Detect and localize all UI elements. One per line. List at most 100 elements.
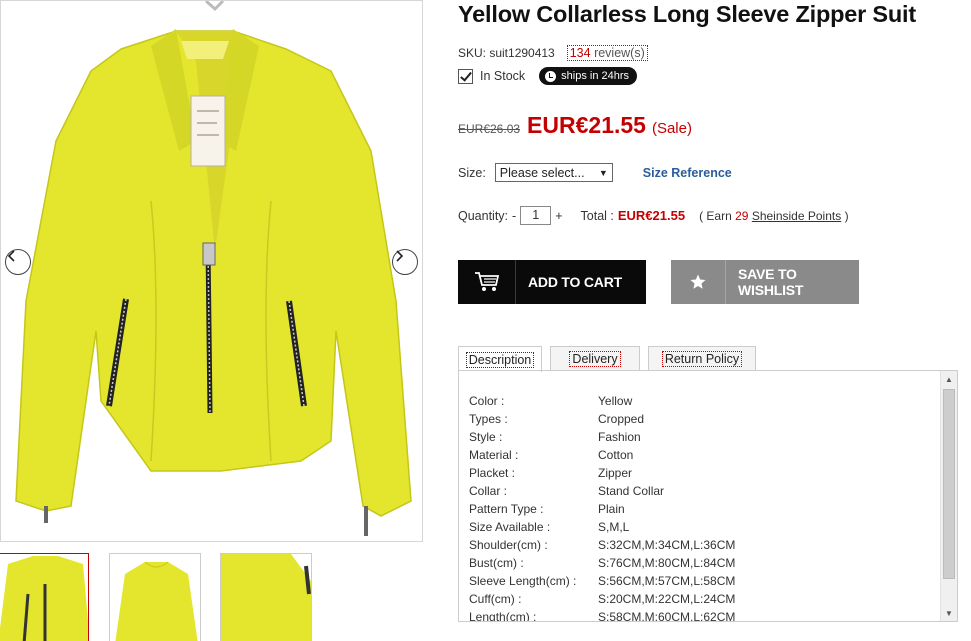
wishlist-label: SAVE TO WISHLIST <box>737 266 804 298</box>
spec-key: Placket : <box>469 466 516 480</box>
star-icon-box <box>671 260 726 304</box>
earn-points-value: 29 <box>735 208 749 223</box>
thumbnail-1[interactable] <box>0 553 89 641</box>
stock-status: In Stock <box>480 69 526 83</box>
jacket-illustration <box>15 1 412 536</box>
main-product-image[interactable] <box>0 0 423 542</box>
original-price: EUR€26.03 <box>458 122 521 136</box>
scroll-down-icon[interactable]: ▼ <box>941 605 957 621</box>
spec-value: Zipper <box>598 466 633 480</box>
sale-price: EUR€21.55 <box>527 112 646 138</box>
spec-value: S:32CM,M:34CM,L:36CM <box>598 538 736 552</box>
earn-points-text: ( Earn 29 Sheinside Points ) <box>699 209 848 223</box>
sku-row: SKU: suit1290413 134 review(s) <box>458 45 648 61</box>
review-suffix: review(s) <box>590 46 645 60</box>
spec-value: Cropped <box>598 412 645 426</box>
total-label: Total : <box>580 208 614 223</box>
spec-key: Cuff(cm) : <box>469 592 522 606</box>
dropdown-arrow-icon: ▼ <box>598 167 608 178</box>
spec-table: Color : Yellow Types : Cropped Style : Fashio… <box>469 392 736 622</box>
spec-row: Pattern Type : Plain <box>469 500 735 518</box>
chevron-left-icon <box>7 250 15 262</box>
chevron-right-icon <box>396 250 404 262</box>
spec-value: S,M,L <box>598 520 630 534</box>
size-reference-link[interactable]: Size Reference <box>643 166 732 180</box>
add-to-cart-label: ADD TO CART <box>528 274 622 290</box>
save-to-wishlist-button[interactable]: SAVE TO WISHLIST <box>671 260 859 304</box>
size-select-value: Please select... <box>499 165 585 180</box>
ships-badge: ships in 24hrs <box>539 67 638 85</box>
thumbnail-image <box>115 561 198 641</box>
total-value: EUR€21.55 <box>617 208 686 223</box>
spec-value: Cotton <box>598 448 634 462</box>
quantity-label: Quantity: <box>458 208 509 223</box>
earn-suffix: ) <box>844 208 849 223</box>
sale-tag: (Sale) <box>651 120 692 137</box>
product-title: Yellow Collarless Long Sleeve Zipper Sui… <box>458 1 917 27</box>
spec-value: Plain <box>598 502 625 516</box>
spec-row: Collar : Stand Collar <box>469 482 735 500</box>
tab-return-policy-label: Return Policy <box>661 351 743 367</box>
ships-badge-text: ships in 24hrs <box>561 70 630 82</box>
quantity-input[interactable]: 1 <box>520 206 552 225</box>
sku-text: SKU: suit1290413 <box>458 46 555 60</box>
spec-key: Sleeve Length(cm) : <box>469 574 577 588</box>
panel-scrollbar[interactable]: ▲ ▼ <box>940 371 957 621</box>
spec-row: Style : Fashion <box>469 428 735 446</box>
spec-key: Collar : <box>469 484 508 498</box>
tab-return-policy[interactable]: Return Policy <box>648 346 756 371</box>
spec-row: Color : Yellow <box>469 392 735 410</box>
spec-key: Length(cm) : <box>469 610 537 622</box>
scroll-up-icon[interactable]: ▲ <box>941 371 957 387</box>
shopping-cart-icon <box>474 272 499 291</box>
size-label: Size: <box>458 165 486 180</box>
spec-value: S:20CM,M:22CM,L:24CM <box>598 592 736 606</box>
review-count: 134 <box>569 46 591 60</box>
spec-row: Length(cm) : S:58CM,M:60CM,L:62CM <box>469 608 736 622</box>
reviews-link[interactable]: 134 review(s) <box>566 45 648 61</box>
spec-key: Size Available : <box>469 520 551 534</box>
tab-description[interactable]: Description <box>458 346 542 372</box>
description-panel[interactable]: Color : Yellow Types : Cropped Style : Fashio… <box>458 370 958 622</box>
thumbnail-2[interactable] <box>109 553 201 641</box>
thumbnail-image <box>221 554 311 641</box>
quantity-row: Quantity: - 1 + Total : EUR€21.55 ( Earn… <box>458 206 849 225</box>
previous-image-button[interactable] <box>5 249 31 275</box>
product-info-tabs: Description Delivery Return Policy <box>458 346 764 372</box>
tab-delivery[interactable]: Delivery <box>550 346 640 371</box>
size-select[interactable]: Please select... ▼ <box>494 163 613 182</box>
size-row: Size: Please select... ▼ Size Reference <box>458 163 732 182</box>
spec-key: Color : <box>469 394 505 408</box>
spec-key: Types : <box>469 412 508 426</box>
add-to-cart-button[interactable]: ADD TO CART <box>458 260 646 304</box>
spec-key: Bust(cm) : <box>469 556 524 570</box>
spec-row: Shoulder(cm) : S:32CM,M:34CM,L:36CM <box>469 536 735 554</box>
spec-row: Cuff(cm) : S:20CM,M:22CM,L:24CM <box>469 590 735 608</box>
quantity-decrease-button[interactable]: - <box>512 209 516 223</box>
spec-key: Shoulder(cm) : <box>469 538 548 552</box>
thumbnail-3[interactable] <box>220 553 312 641</box>
spec-row: Placket : Zipper <box>469 464 735 482</box>
next-image-button[interactable] <box>392 249 418 275</box>
spec-value: S:58CM,M:60CM,L:62CM <box>598 610 736 622</box>
cart-icon-box <box>458 260 516 304</box>
thumbnail-image <box>0 556 88 641</box>
scrollbar-thumb[interactable] <box>943 389 955 579</box>
spec-value: Stand Collar <box>598 484 665 498</box>
spec-value: S:56CM,M:57CM,L:58CM <box>598 574 736 588</box>
earn-prefix: ( Earn <box>699 208 732 223</box>
price-row: EUR€26.03 EUR€21.55 (Sale) <box>458 112 692 139</box>
spec-row: Size Available : S,M,L <box>469 518 735 536</box>
sheinside-points-link[interactable]: Sheinside Points <box>752 209 841 223</box>
spec-value: Fashion <box>598 430 641 444</box>
in-stock-checkbox <box>458 68 473 84</box>
spec-key: Style : <box>469 430 503 444</box>
clock-icon <box>545 70 557 82</box>
spec-row: Types : Cropped <box>469 410 735 428</box>
spec-value: Yellow <box>598 394 633 408</box>
stock-row: In Stock ships in 24hrs <box>458 67 638 85</box>
spec-row: Sleeve Length(cm) : S:56CM,M:57CM,L:58CM <box>469 572 735 590</box>
quantity-increase-button[interactable]: + <box>555 209 562 223</box>
star-icon <box>690 274 706 289</box>
tab-description-label: Description <box>465 351 535 368</box>
